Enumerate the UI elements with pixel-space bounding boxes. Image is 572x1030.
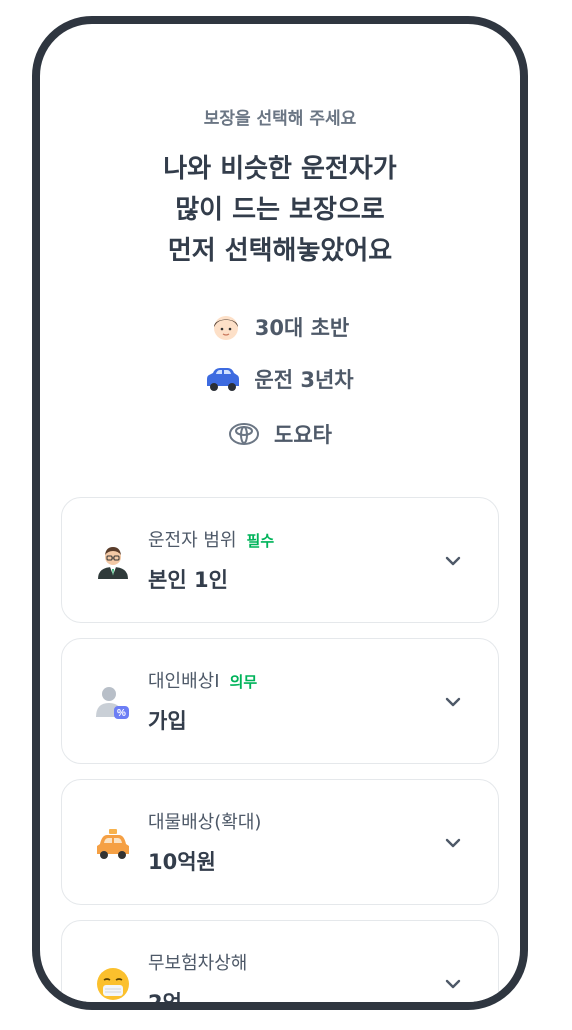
chevron-down-icon[interactable] [444, 552, 462, 570]
coverage-label: 무보험차상해 [148, 949, 247, 975]
coverage-label-text: 대물배상(확대) [148, 812, 262, 833]
title-line: 나와 비슷한 운전자가 [163, 154, 397, 184]
phone-frame: 보장을 선택해 주세요 나와 비슷한 운전자가 많이 드는 보장으로 먼저 선택… [32, 16, 528, 1010]
coverage-card-property-damage[interactable]: 대물배상(확대) 10억원 [61, 779, 499, 905]
page-subtitle: 보장을 선택해 주세요 [203, 109, 357, 129]
profile-age: 30대 초반 [40, 312, 520, 347]
driver-person-icon [98, 547, 128, 579]
mask-face-icon [97, 968, 129, 1000]
toyota-logo-icon [229, 423, 260, 445]
mandatory-badge: 의무 [229, 673, 258, 691]
coverage-card-bodily-injury-1[interactable]: % 대인배상I 의무 가입 [61, 638, 499, 764]
coverage-list: 운전자 범위 필수 본인 1인 % 대인배상I 의무 가입 대물배상(확대) 1… [61, 497, 499, 1010]
chevron-down-icon[interactable] [444, 975, 462, 993]
person-discount-icon: % [96, 687, 129, 719]
car-icon [207, 368, 240, 391]
driving-years-text: 운전 3년차 [254, 368, 354, 392]
age-text: 30대 초반 [254, 316, 350, 340]
coverage-label: 대물배상(확대) [148, 808, 261, 834]
chevron-down-icon[interactable] [444, 693, 462, 711]
coverage-value: 가입 [148, 709, 187, 733]
car-brand-text: 도요타 [274, 423, 332, 447]
coverage-value: 2억 [148, 991, 182, 1010]
coverage-label-text: 운전자 범위 [148, 530, 237, 551]
coverage-value: 10억원 [148, 850, 216, 874]
profile-car-brand: 도요타 [40, 419, 520, 452]
profile-driving-years: 운전 3년차 [40, 364, 520, 398]
coverage-label: 운전자 범위 필수 [148, 526, 274, 552]
coverage-label-text: 대인배상I [148, 671, 220, 692]
coverage-card-driver-scope[interactable]: 운전자 범위 필수 본인 1인 [61, 497, 499, 623]
coverage-card-uninsured-vehicle[interactable]: 무보험차상해 2억 [61, 920, 499, 1010]
title-line: 먼저 선택해놓았어요 [167, 236, 393, 266]
coverage-label: 대인배상I 의무 [148, 667, 257, 693]
face-icon [213, 316, 238, 340]
chevron-down-icon[interactable] [444, 834, 462, 852]
coverage-label-text: 무보험차상해 [148, 953, 248, 974]
svg-text:%: % [117, 708, 126, 719]
coverage-value: 본인 1인 [148, 568, 228, 592]
title-line: 많이 드는 보장으로 [175, 195, 385, 225]
page-title: 나와 비슷한 운전자가 많이 드는 보장으로 먼저 선택해놓았어요 [40, 149, 520, 272]
taxi-icon [97, 829, 129, 859]
required-badge: 필수 [246, 532, 275, 550]
